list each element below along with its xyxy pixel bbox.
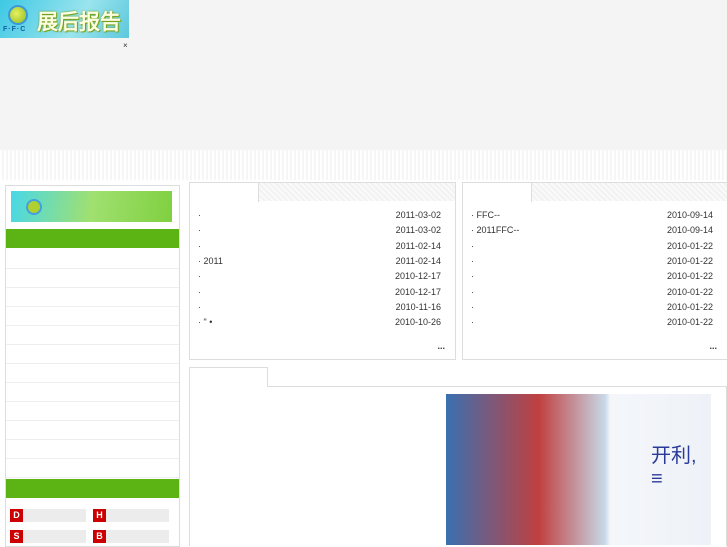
sidebar-header bbox=[6, 229, 179, 248]
badge-s: S bbox=[10, 530, 23, 543]
news-title[interactable]: · bbox=[198, 210, 201, 220]
news-item[interactable]: · 2011-03-02 bbox=[198, 223, 441, 238]
sidebar-item[interactable] bbox=[6, 344, 179, 364]
news-title[interactable]: · bbox=[471, 271, 474, 281]
sidebar-item[interactable] bbox=[6, 306, 179, 326]
apple-logo-icon bbox=[8, 5, 28, 25]
news-item[interactable]: · 2010-01-22 bbox=[471, 269, 713, 284]
news-item[interactable]: · 2011-02-14 bbox=[198, 239, 441, 254]
news-date: 2011-03-02 bbox=[395, 225, 441, 236]
news-item[interactable]: · 2010-01-22 bbox=[471, 285, 713, 300]
sidebar: D H S B bbox=[5, 185, 180, 547]
logo-title: 展后报告 bbox=[37, 11, 121, 34]
news-date: 2011-03-02 bbox=[395, 210, 441, 220]
news-title[interactable]: · bbox=[198, 287, 201, 297]
logo-sub: F·F·C bbox=[3, 26, 27, 33]
news-date: 2010-09-14 bbox=[666, 210, 713, 220]
divider bbox=[0, 150, 727, 180]
sidebar-header-2 bbox=[6, 479, 179, 498]
news-date: 2010-12-17 bbox=[394, 271, 441, 282]
news-date: 2010-11-16 bbox=[395, 301, 441, 312]
news-date: 2010-01-22 bbox=[666, 240, 713, 251]
news-item[interactable]: · 2010-01-22 bbox=[471, 315, 713, 330]
news-item[interactable]: · FFC-- 2010-09-14 bbox=[471, 208, 713, 223]
news-title[interactable]: · bbox=[198, 271, 201, 281]
sidebar-item[interactable] bbox=[6, 363, 179, 383]
news-date: 2010-01-22 bbox=[666, 317, 713, 328]
news-title[interactable]: · FFC-- bbox=[471, 210, 500, 220]
news-title[interactable]: · " • bbox=[198, 317, 212, 327]
news-date: 2010-01-22 bbox=[666, 271, 713, 282]
news-date: 2010-01-22 bbox=[666, 286, 713, 297]
badge-link[interactable]: H bbox=[93, 509, 169, 522]
sidebar-item[interactable] bbox=[6, 458, 179, 478]
news-date: 2010-01-22 bbox=[666, 255, 713, 266]
news-item[interactable]: · 2011FFC-- 2010-09-14 bbox=[471, 223, 713, 238]
sidebar-item[interactable] bbox=[6, 325, 179, 345]
sidebar-banner bbox=[11, 191, 172, 222]
sidebar-item[interactable] bbox=[6, 268, 179, 288]
news-item[interactable]: · " • 2010-10-26 bbox=[198, 315, 441, 330]
news-date: 2010-12-17 bbox=[394, 286, 441, 297]
logo-banner[interactable]: F·F·C 展后报告 bbox=[0, 0, 129, 38]
sidebar-item[interactable] bbox=[6, 439, 179, 459]
news-item[interactable]: · 2010-12-17 bbox=[198, 285, 441, 300]
news-item[interactable]: · 2010-01-22 bbox=[471, 254, 713, 269]
exhibition-photo[interactable]: 开利, ≡ bbox=[446, 394, 711, 545]
news-date: 2010-01-22 bbox=[666, 301, 713, 312]
news-title[interactable]: · bbox=[198, 225, 201, 235]
sidebar-item[interactable] bbox=[6, 401, 179, 421]
badge-link[interactable]: D bbox=[10, 509, 86, 522]
news-item[interactable]: · 2010-01-22 bbox=[471, 239, 713, 254]
news-panel-right: · FFC-- 2010-09-14 · 2011FFC-- 2010-09-14 · 2… bbox=[462, 182, 727, 360]
news-item[interactable]: · 2010-01-22 bbox=[471, 300, 713, 315]
badge-link[interactable]: S bbox=[10, 530, 86, 543]
news-item[interactable]: · 2010-12-17 bbox=[198, 269, 441, 284]
news-date: 2011-02-14 bbox=[395, 255, 441, 266]
news-item[interactable]: · 2011-03-02 bbox=[198, 208, 441, 223]
photo-sign: 开利, ≡ bbox=[651, 445, 697, 490]
news-title[interactable]: · 2011 bbox=[198, 256, 223, 266]
sidebar-item[interactable] bbox=[6, 382, 179, 402]
news-date: 2011-02-14 bbox=[395, 240, 441, 251]
tab-news[interactable] bbox=[190, 183, 259, 202]
badge-h: H bbox=[93, 509, 106, 522]
sidebar-item[interactable] bbox=[6, 420, 179, 440]
news-title[interactable]: · bbox=[471, 302, 474, 312]
news-title[interactable]: · bbox=[198, 241, 201, 251]
apple-icon bbox=[26, 199, 42, 215]
news-title[interactable]: · bbox=[471, 317, 474, 327]
badge-d: D bbox=[10, 509, 23, 522]
close-icon[interactable]: × bbox=[123, 41, 128, 50]
news-date: 2010-09-14 bbox=[666, 225, 713, 236]
news-title[interactable]: · bbox=[471, 287, 474, 297]
news-title[interactable]: · bbox=[471, 256, 474, 266]
news-title[interactable]: · 2011FFC-- bbox=[471, 225, 519, 235]
badge-link[interactable]: B bbox=[93, 530, 169, 543]
sidebar-item[interactable] bbox=[6, 287, 179, 307]
news-item[interactable]: · 2010-11-16 bbox=[198, 300, 441, 315]
news-item[interactable]: · 2011 2011-02-14 bbox=[198, 254, 441, 269]
sidebar-item[interactable] bbox=[6, 249, 179, 269]
more-link[interactable]: ... bbox=[437, 341, 445, 351]
news-date: 2010-10-26 bbox=[394, 317, 441, 328]
news-title[interactable]: · bbox=[198, 302, 201, 312]
news-title[interactable]: · bbox=[471, 241, 474, 251]
news-panel-left: · 2011-03-02 · 2011-03-02 · 2011-02-14 · 2011 2… bbox=[189, 182, 456, 360]
badge-b: B bbox=[93, 530, 106, 543]
tab-news[interactable] bbox=[463, 183, 532, 202]
tab-photos[interactable] bbox=[189, 367, 268, 387]
more-link[interactable]: ... bbox=[709, 341, 717, 351]
